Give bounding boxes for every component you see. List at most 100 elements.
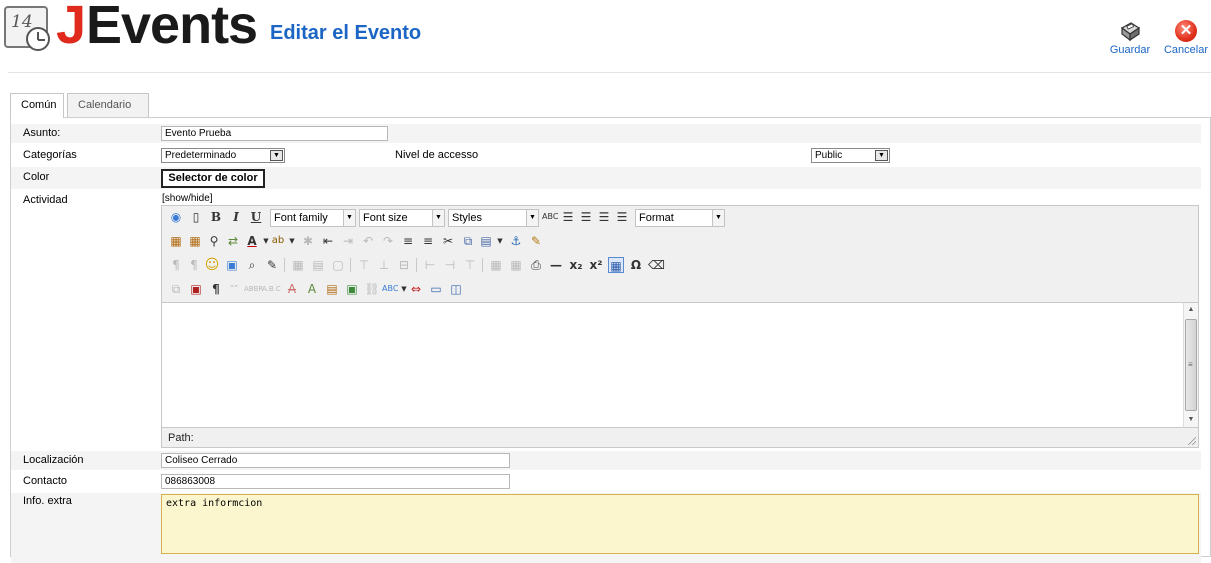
numbered-list-icon[interactable]: ≡	[400, 233, 416, 249]
paste-text-icon[interactable]: ▦	[187, 233, 203, 249]
preview-icon[interactable]: ⌕	[244, 257, 260, 273]
help-icon[interactable]: ◉	[168, 209, 184, 225]
chevron-down-icon[interactable]: ▼	[284, 233, 300, 249]
show-blocks-icon[interactable]: ¶	[208, 281, 224, 297]
template-icon[interactable]: ◫	[448, 281, 464, 297]
toolbar-separator	[416, 258, 417, 272]
redo-icon[interactable]: ↷	[380, 233, 396, 249]
col-before-icon[interactable]: ⊢	[422, 257, 438, 273]
merge-cells-icon[interactable]: ▦	[508, 257, 524, 273]
row-after-icon[interactable]: ⊥	[376, 257, 392, 273]
resize-grip-icon[interactable]	[1186, 435, 1196, 445]
cite-icon[interactable]: “”	[226, 281, 242, 297]
special-char-icon[interactable]: Ω	[628, 257, 644, 273]
link-icon[interactable]: ⛓	[364, 281, 380, 297]
italic-icon[interactable]: I	[228, 209, 244, 225]
media-icon[interactable]: ▣	[224, 257, 240, 273]
header-divider	[8, 72, 1211, 73]
align-center-icon[interactable]: ☰	[578, 209, 594, 225]
find-icon[interactable]: ⚲	[206, 233, 222, 249]
font-family-select[interactable]: Font family ▼	[270, 209, 356, 227]
replace-icon[interactable]: ⇄	[225, 233, 241, 249]
font-size-label: Font size	[363, 212, 408, 224]
toolbar-separator	[350, 258, 351, 272]
tab-calendar[interactable]: Calendario	[67, 93, 149, 117]
col-after-icon[interactable]: ⊣	[442, 257, 458, 273]
save-button[interactable]: Guardar	[1107, 20, 1153, 56]
insert-text-icon[interactable]: A	[304, 281, 320, 297]
scrollbar-thumb[interactable]: ≡	[1185, 319, 1197, 411]
scroll-up-icon[interactable]: ▲	[1184, 303, 1198, 317]
anchor-icon[interactable]: ⚓	[508, 233, 524, 249]
access-select[interactable]: Public ▼	[811, 148, 890, 163]
page-break-icon[interactable]: ▭	[428, 281, 444, 297]
cancel-label: Cancelar	[1163, 44, 1209, 56]
delete-text-icon[interactable]: A	[284, 281, 300, 297]
row-before-icon[interactable]: ⊤	[356, 257, 372, 273]
styles-select[interactable]: Styles ▼	[448, 209, 539, 227]
underline-icon[interactable]: U	[248, 209, 264, 225]
align-right-icon[interactable]: ☰	[596, 209, 612, 225]
image-icon[interactable]: ▣	[344, 281, 360, 297]
undo-icon[interactable]: ↶	[360, 233, 376, 249]
delete-row-icon[interactable]: ⊟	[396, 257, 412, 273]
scroll-down-icon[interactable]: ▼	[1184, 413, 1198, 427]
editor-scrollbar[interactable]: ▲ ≡ ▼	[1183, 302, 1198, 428]
location-input[interactable]: Coliseo Cerrado	[161, 453, 510, 468]
delete-col-icon[interactable]: ⊤	[462, 257, 478, 273]
align-left-icon[interactable]: ☰	[560, 209, 576, 225]
chevron-down-icon: ▼	[432, 210, 444, 226]
format-select[interactable]: Format ▼	[635, 209, 725, 227]
color-picker-button[interactable]: Selector de color	[161, 169, 265, 188]
tab-common[interactable]: Común	[10, 93, 64, 118]
new-document-icon[interactable]: ▯	[188, 209, 204, 225]
align-justify-icon[interactable]: ☰	[614, 209, 630, 225]
brush-icon[interactable]: ✎	[528, 233, 544, 249]
cell-props-icon[interactable]: ▢	[330, 257, 346, 273]
bullet-list-icon[interactable]: ≡	[420, 233, 436, 249]
copy-icon[interactable]: ⧉	[460, 233, 476, 249]
editor-content-area[interactable]	[162, 302, 1183, 428]
contact-input[interactable]: 086863008	[161, 474, 510, 489]
split-cells-icon[interactable]: ▦	[488, 257, 504, 273]
subscript-icon[interactable]: x₂	[568, 257, 584, 273]
subject-row: Asunto: Evento Prueba	[11, 124, 1201, 143]
editor-path: Path:	[168, 432, 194, 444]
edit-icon[interactable]: ✎	[264, 257, 280, 273]
chevron-down-icon[interactable]: ▼	[492, 233, 508, 249]
paste-icon[interactable]: ▦	[168, 233, 184, 249]
acronym-icon[interactable]: A.B.C	[262, 281, 281, 297]
editor-toolbar-row-4: ⧉ ▣ ¶ “” ABBR A.B.C A A ▤ ▣ ⛓ ABC ▼ ⇔ ▭ …	[168, 281, 668, 301]
font-size-select[interactable]: Font size ▼	[359, 209, 445, 227]
event-form: Asunto: Evento Prueba Categorías Predete…	[10, 117, 1211, 563]
attributes-icon[interactable]: ▤	[324, 281, 340, 297]
abbr-icon[interactable]: ABBR	[244, 281, 263, 297]
superscript-icon[interactable]: x²	[588, 257, 604, 273]
eraser-icon[interactable]: ⌫	[648, 257, 665, 273]
rtl-icon[interactable]: ¶	[186, 257, 202, 273]
subject-input[interactable]: Evento Prueba	[161, 126, 388, 141]
table-props-icon[interactable]: ▦	[290, 257, 306, 273]
horizontal-rule-icon[interactable]: —	[548, 257, 564, 273]
save-label: Guardar	[1109, 44, 1151, 56]
indent-icon[interactable]: ⇥	[340, 233, 356, 249]
layer-icon[interactable]: ⧉	[168, 281, 184, 297]
row-props-icon[interactable]: ▤	[310, 257, 326, 273]
cleanup-icon[interactable]: ✱	[300, 233, 316, 249]
absolute-icon[interactable]: ▣	[188, 281, 204, 297]
show-hide-toggle[interactable]: [show/hide]	[162, 193, 213, 204]
cut-icon[interactable]: ✂	[440, 233, 456, 249]
html-source-icon[interactable]: ⇔	[408, 281, 424, 297]
print-icon[interactable]: ⎙	[528, 257, 544, 273]
ltr-icon[interactable]: ¶	[168, 257, 184, 273]
extra-info-textarea[interactable]: extra informcion	[161, 494, 1199, 554]
categories-label: Categorías	[23, 149, 77, 161]
categories-select[interactable]: Predeterminado ▼	[161, 148, 285, 163]
cancel-button[interactable]: ✕ Cancelar	[1163, 20, 1209, 56]
emoticon-icon[interactable]: ☺	[204, 257, 220, 273]
outdent-icon[interactable]: ⇤	[320, 233, 336, 249]
access-selected: Public	[815, 150, 843, 161]
strikethrough-icon[interactable]: ABC	[542, 209, 558, 225]
insert-table-icon[interactable]: ▦	[608, 257, 624, 273]
bold-icon[interactable]: B	[208, 209, 224, 225]
